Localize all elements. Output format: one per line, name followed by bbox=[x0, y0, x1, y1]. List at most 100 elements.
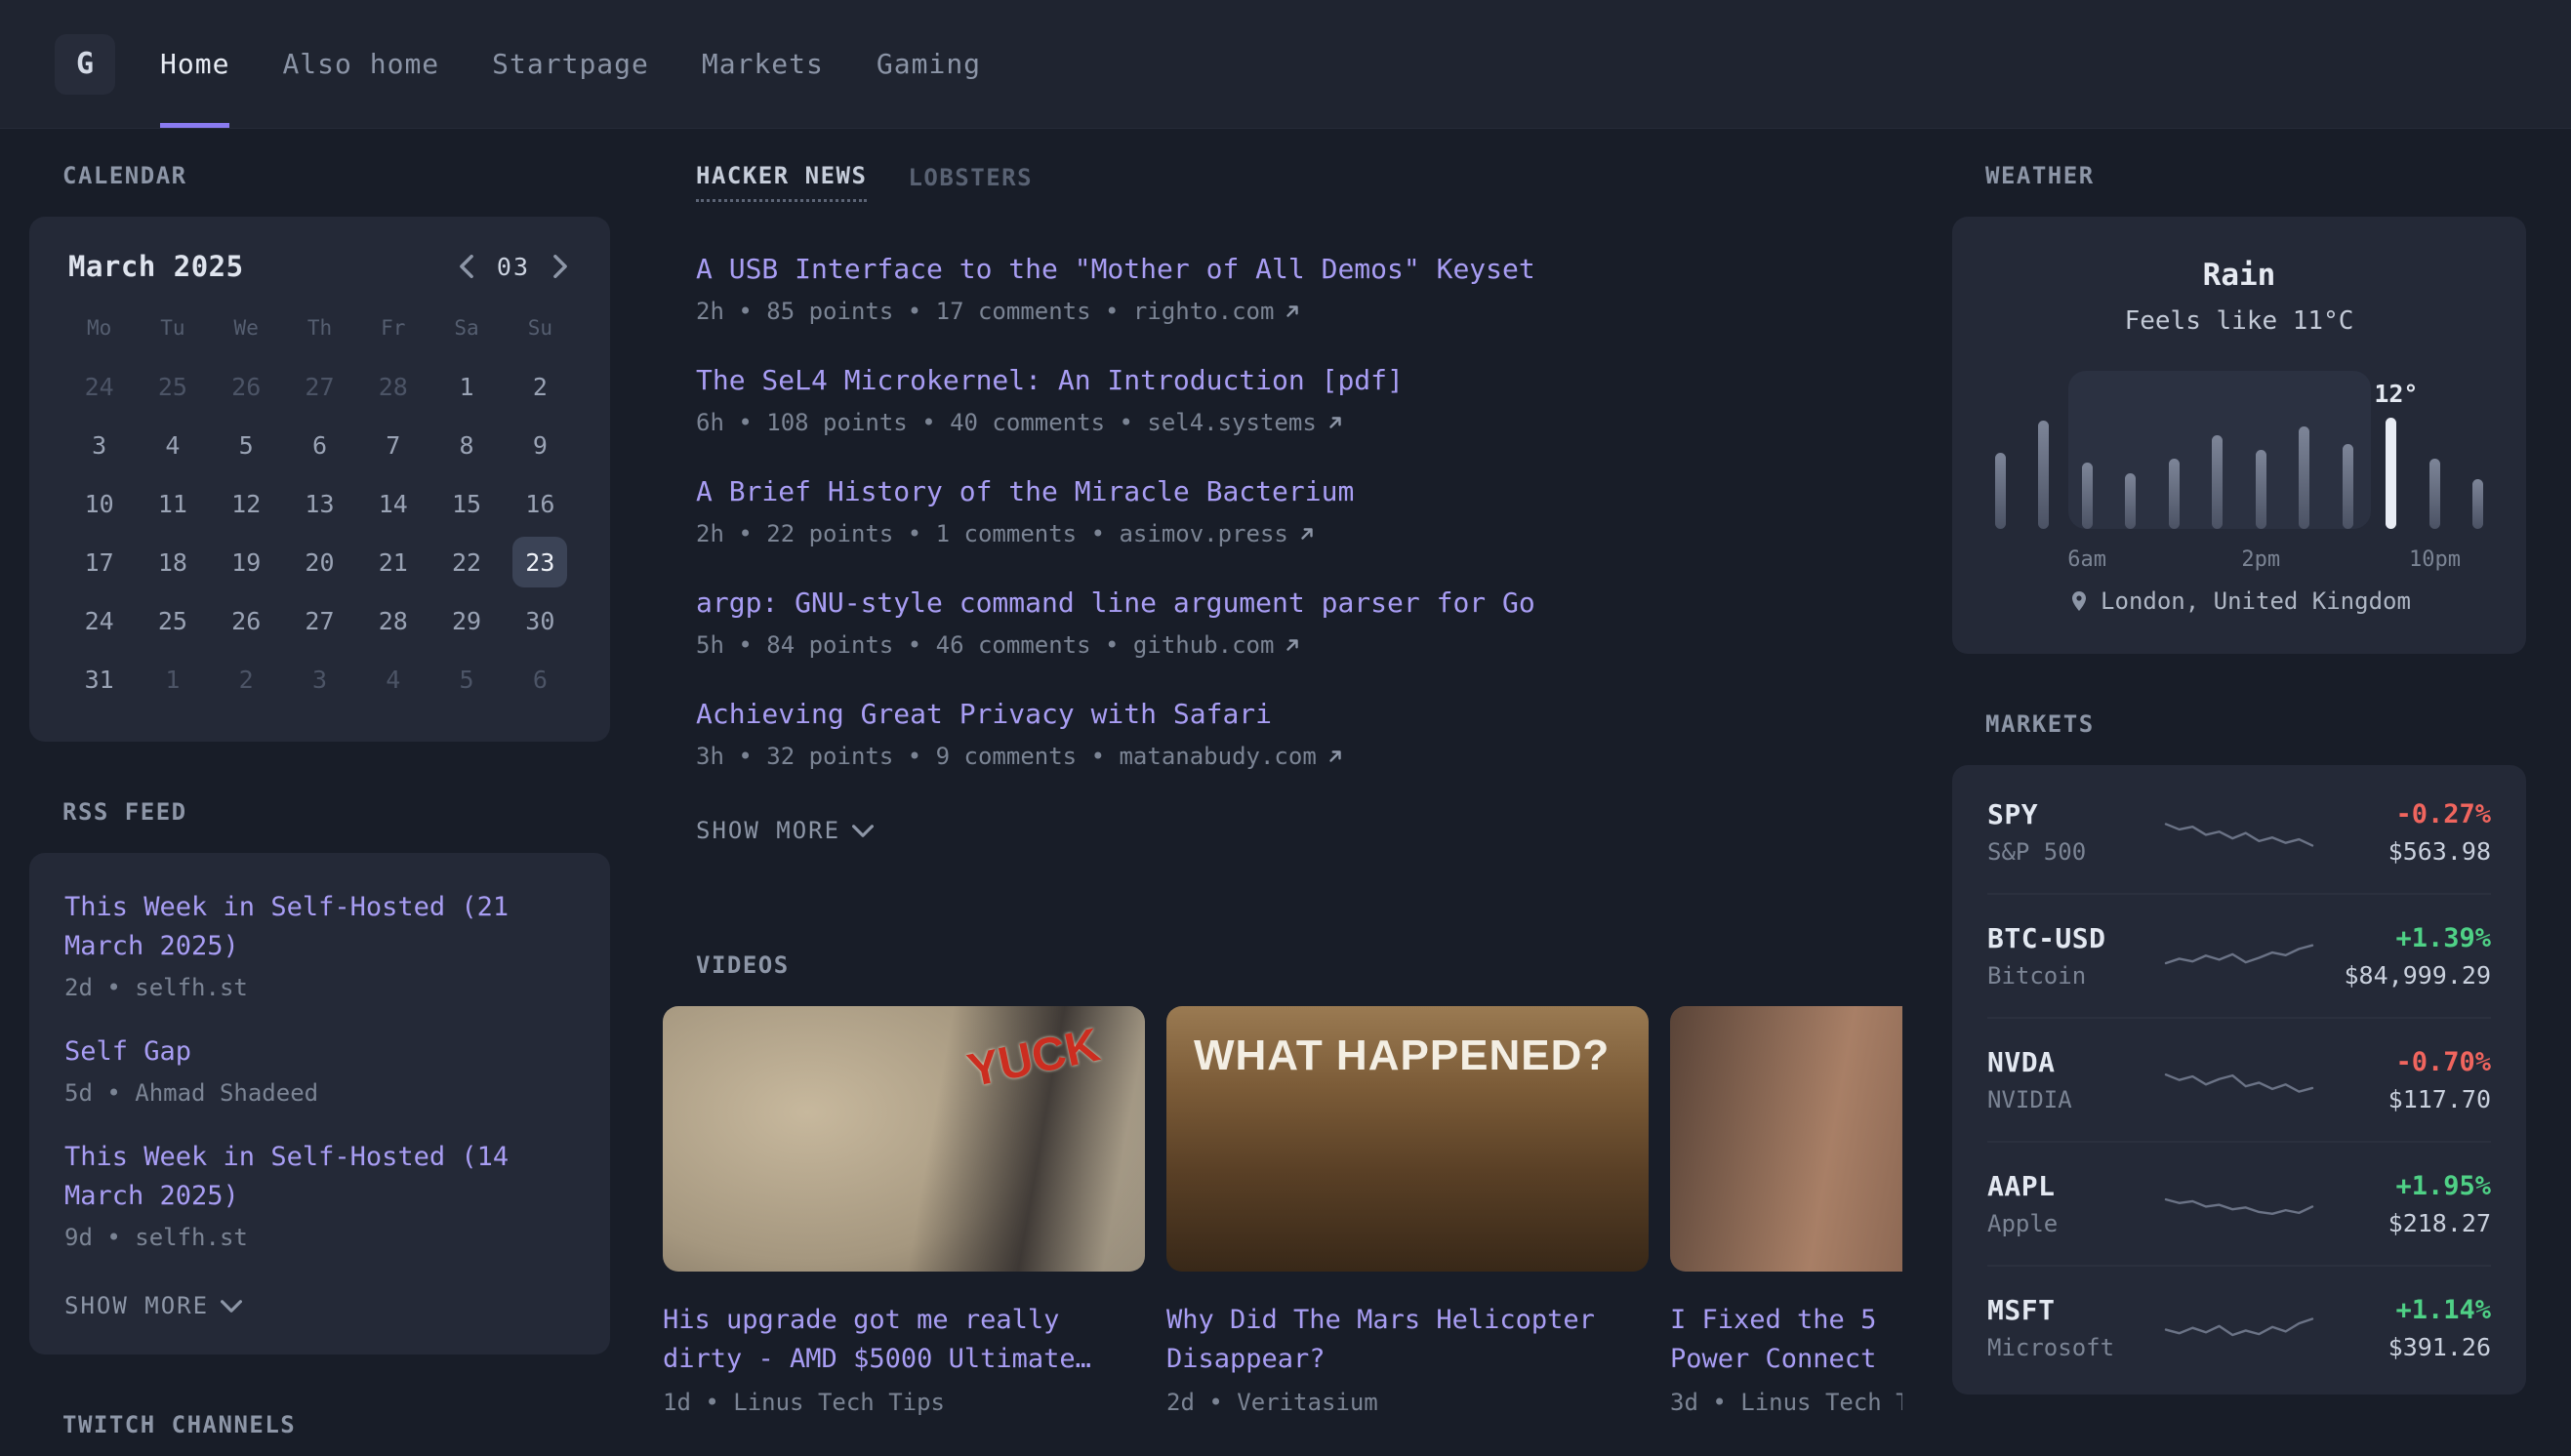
video-thumbnail[interactable]: WHAT HAPPENED? bbox=[1166, 1006, 1649, 1272]
news-item-title[interactable]: Achieving Great Privacy with Safari bbox=[696, 698, 1902, 731]
weather-bar bbox=[2429, 459, 2440, 529]
market-sparkline bbox=[2166, 1179, 2312, 1230]
calendar-prev-button[interactable] bbox=[456, 251, 477, 282]
rss-item-meta: 5d • Ahmad Shadeed bbox=[64, 1079, 575, 1107]
nav-tab[interactable]: Startpage bbox=[492, 0, 649, 128]
rss-section-title: RSS FEED bbox=[62, 798, 610, 826]
calendar-controls: 03 bbox=[456, 251, 571, 282]
news-item-meta-text: 3h • 32 points • 9 comments • matanabudy… bbox=[696, 743, 1317, 770]
weather-bar bbox=[2343, 444, 2353, 529]
market-row[interactable]: BTC-USD Bitcoin +1.39% $84,999.29 bbox=[1987, 893, 2491, 1017]
calendar-day: 16 bbox=[504, 474, 577, 533]
market-row[interactable]: NVDA NVIDIA -0.70% $117.70 bbox=[1987, 1017, 2491, 1141]
calendar-weekday-row: MoTuWeThFrSaSu bbox=[62, 306, 577, 357]
left-column: CALENDAR March 2025 03 MoTuWeT bbox=[29, 162, 610, 1438]
tab-lobsters[interactable]: LOBSTERS bbox=[908, 162, 1033, 202]
calendar-day: 2 bbox=[504, 357, 577, 416]
market-name: Apple bbox=[1987, 1210, 2146, 1237]
nav-tab[interactable]: Home bbox=[160, 0, 229, 128]
rss-item-title[interactable]: This Week in Self-Hosted (14 March 2025) bbox=[64, 1138, 575, 1216]
market-price: $218.27 bbox=[2388, 1209, 2491, 1237]
calendar-weekday-label: Th bbox=[283, 306, 356, 357]
news-item-title[interactable]: The SeL4 Microkernel: An Introduction [p… bbox=[696, 364, 1902, 397]
market-price-block: +1.95% $218.27 bbox=[2332, 1171, 2491, 1237]
market-symbol-block: MSFT Microsoft bbox=[1987, 1294, 2146, 1361]
news-item-title[interactable]: argp: GNU-style command line argument pa… bbox=[696, 586, 1902, 620]
rss-show-more-button[interactable]: SHOW MORE bbox=[64, 1292, 242, 1319]
video-meta: 3d • Linus Tech Tips bbox=[1670, 1389, 1902, 1416]
external-link-icon bbox=[1326, 748, 1344, 765]
calendar-day: 5 bbox=[210, 416, 283, 474]
calendar-day: 2 bbox=[210, 650, 283, 708]
news-tabs: HACKER NEWS LOBSTERS bbox=[663, 162, 1902, 202]
video-thumbnail[interactable] bbox=[1670, 1006, 1902, 1272]
calendar-day: 23 bbox=[504, 533, 577, 591]
calendar-day: 12 bbox=[210, 474, 283, 533]
market-symbol-block: NVDA NVIDIA bbox=[1987, 1046, 2146, 1113]
calendar-day: 24 bbox=[62, 357, 136, 416]
calendar-day: 26 bbox=[210, 357, 283, 416]
video-title[interactable]: I Fixed the 5 Power Connect bbox=[1670, 1301, 1902, 1379]
market-sparkline bbox=[2166, 807, 2312, 858]
external-link-icon bbox=[1284, 636, 1301, 654]
market-price-block: -0.27% $563.98 bbox=[2332, 799, 2491, 866]
nav-tab[interactable]: Also home bbox=[282, 0, 439, 128]
center-column: HACKER NEWS LOBSTERS A USB Interface to … bbox=[663, 162, 1902, 1416]
tab-hacker-news[interactable]: HACKER NEWS bbox=[696, 162, 867, 202]
news-show-more-button[interactable]: SHOW MORE bbox=[696, 817, 874, 844]
video-card: YUCK His upgrade got me really dirty - A… bbox=[663, 1006, 1145, 1416]
market-row[interactable]: AAPL Apple +1.95% $218.27 bbox=[1987, 1141, 2491, 1265]
video-thumbnail[interactable]: YUCK bbox=[663, 1006, 1145, 1272]
news-item-meta-text: 2h • 22 points • 1 comments • asimov.pre… bbox=[696, 520, 1288, 547]
calendar-day: 25 bbox=[136, 591, 209, 650]
calendar-day: 30 bbox=[504, 591, 577, 650]
market-name: Microsoft bbox=[1987, 1334, 2146, 1361]
market-name: NVIDIA bbox=[1987, 1086, 2146, 1113]
weather-hour-label: 2pm bbox=[2241, 547, 2280, 572]
news-item: A USB Interface to the "Mother of All De… bbox=[696, 253, 1902, 325]
market-name: Bitcoin bbox=[1987, 962, 2146, 990]
market-row[interactable]: MSFT Microsoft +1.14% $391.26 bbox=[1987, 1265, 2491, 1389]
weather-feels-like: Feels like 11°C bbox=[1987, 306, 2491, 336]
weather-bar bbox=[2082, 463, 2093, 529]
market-symbol-block: AAPL Apple bbox=[1987, 1170, 2146, 1237]
nav-tabs: Home Also home Startpage Markets Gaming bbox=[160, 0, 981, 128]
weather-bar bbox=[2212, 435, 2223, 529]
video-title[interactable]: His upgrade got me really dirty - AMD $5… bbox=[663, 1301, 1145, 1379]
video-title[interactable]: Why Did The Mars Helicopter Disappear? bbox=[1166, 1301, 1649, 1379]
nav-tab[interactable]: Markets bbox=[702, 0, 824, 128]
market-price-block: +1.39% $84,999.29 bbox=[2332, 923, 2491, 990]
weather-location: London, United Kingdom bbox=[2101, 587, 2411, 615]
calendar-day: 13 bbox=[283, 474, 356, 533]
rss-item-title[interactable]: This Week in Self-Hosted (21 March 2025) bbox=[64, 888, 575, 966]
weather-bar bbox=[1995, 453, 2006, 529]
market-symbol-block: BTC-USD Bitcoin bbox=[1987, 922, 2146, 990]
calendar-weekday-label: Tu bbox=[136, 306, 209, 357]
market-price-block: +1.14% $391.26 bbox=[2332, 1295, 2491, 1361]
news-item-title[interactable]: A USB Interface to the "Mother of All De… bbox=[696, 253, 1902, 286]
rss-item: Self Gap 5d • Ahmad Shadeed bbox=[64, 1032, 575, 1107]
calendar-day: 6 bbox=[283, 416, 356, 474]
market-price-block: -0.70% $117.70 bbox=[2332, 1047, 2491, 1113]
calendar-day: 28 bbox=[356, 357, 429, 416]
news-item: The SeL4 Microkernel: An Introduction [p… bbox=[696, 364, 1902, 436]
rss-item-title[interactable]: Self Gap bbox=[64, 1032, 575, 1072]
video-card: WHAT HAPPENED? Why Did The Mars Helicopt… bbox=[1166, 1006, 1649, 1416]
weather-condition: Rain bbox=[1987, 258, 2491, 293]
app-logo[interactable]: G bbox=[55, 34, 115, 95]
market-price: $117.70 bbox=[2388, 1085, 2491, 1113]
video-meta: 1d • Linus Tech Tips bbox=[663, 1389, 1145, 1416]
market-change: -0.27% bbox=[2395, 799, 2491, 829]
chevron-down-icon bbox=[852, 825, 874, 837]
calendar-day: 28 bbox=[356, 591, 429, 650]
video-card: I Fixed the 5 Power Connect 3d • Linus T… bbox=[1670, 1006, 1902, 1416]
nav-tab[interactable]: Gaming bbox=[877, 0, 981, 128]
market-row[interactable]: SPY S&P 500 -0.27% $563.98 bbox=[1987, 771, 2491, 893]
calendar-day: 14 bbox=[356, 474, 429, 533]
news-item-meta-text: 2h • 85 points • 17 comments • righto.co… bbox=[696, 298, 1274, 325]
news-item: argp: GNU-style command line argument pa… bbox=[696, 586, 1902, 659]
news-item-title[interactable]: A Brief History of the Miracle Bacterium bbox=[696, 475, 1902, 508]
calendar-next-button[interactable] bbox=[550, 251, 571, 282]
dashboard: CALENDAR March 2025 03 MoTuWeT bbox=[0, 129, 2571, 1438]
chevron-left-icon bbox=[460, 255, 473, 278]
